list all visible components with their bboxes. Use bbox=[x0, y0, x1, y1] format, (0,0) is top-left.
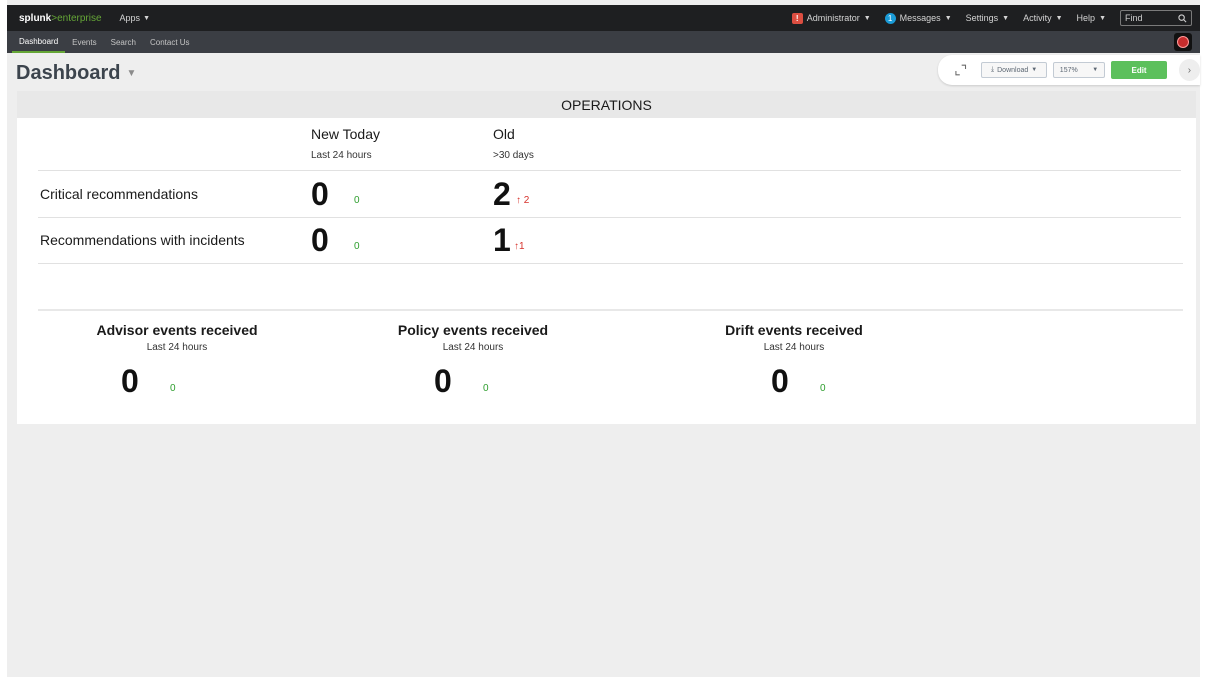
drift-events-subtitle: Last 24 hours bbox=[763, 342, 825, 353]
advisor-events-delta: 0 bbox=[170, 383, 176, 394]
logo-product: enterprise bbox=[57, 12, 102, 24]
messages-count-badge: 1 bbox=[884, 12, 896, 24]
chevron-down-icon: ▼ bbox=[944, 14, 952, 22]
activity-menu[interactable]: Activity ▼ bbox=[1023, 13, 1062, 23]
critical-old-delta: ↑ 2 bbox=[516, 195, 530, 206]
settings-label: Settings bbox=[965, 13, 999, 23]
chevron-down-icon: ▼ bbox=[1031, 67, 1038, 73]
nav-item-events[interactable]: Events bbox=[65, 31, 103, 53]
expand-icon[interactable] bbox=[954, 63, 967, 77]
download-button[interactable]: ⤓ Download ▼ bbox=[981, 62, 1047, 78]
row-label-critical-recommendations: Critical recommendations bbox=[40, 186, 198, 202]
zoom-select[interactable]: 157% ▼ bbox=[1052, 62, 1106, 78]
column-header-new-today: New Today bbox=[311, 126, 381, 142]
chevron-down-icon: ▼ bbox=[1055, 14, 1063, 22]
critical-old-value[interactable]: 2 bbox=[493, 178, 511, 210]
activity-label: Activity bbox=[1023, 13, 1052, 23]
incidents-old-delta: ↑1 bbox=[514, 241, 525, 252]
dashboard-panel: OPERATIONS New Today Last 24 hours Old >… bbox=[17, 91, 1196, 424]
help-menu[interactable]: Help ▼ bbox=[1077, 13, 1106, 23]
drift-events-value[interactable]: 0 bbox=[771, 365, 789, 397]
chevron-down-icon: ▼ bbox=[1002, 14, 1010, 22]
critical-new-delta: 0 bbox=[354, 195, 360, 206]
column-subtitle-old: >30 days bbox=[493, 150, 534, 161]
policy-events-delta: 0 bbox=[483, 383, 489, 394]
find-input[interactable]: Find bbox=[1120, 10, 1192, 26]
find-placeholder: Find bbox=[1125, 13, 1143, 23]
incidents-new-value[interactable]: 0 bbox=[311, 224, 329, 256]
search-icon bbox=[1178, 13, 1187, 22]
policy-events-value[interactable]: 0 bbox=[434, 365, 452, 397]
advisor-events-title: Advisor events received bbox=[96, 322, 258, 338]
app-navigation-bar: Dashboard Events Search Contact Us bbox=[7, 31, 1200, 53]
nav-item-contact-us[interactable]: Contact Us bbox=[143, 31, 197, 53]
dashboard-toolbar: ⤓ Download ▼ 157% ▼ Edit › bbox=[938, 55, 1201, 85]
row-divider bbox=[38, 263, 1183, 264]
splunk-logo[interactable]: splunk > enterprise bbox=[19, 13, 102, 24]
left-frame bbox=[0, 0, 7, 677]
column-subtitle-new-today: Last 24 hours bbox=[311, 150, 372, 161]
chevron-down-icon: ▼ bbox=[863, 14, 871, 22]
policy-events-title: Policy events received bbox=[397, 322, 549, 338]
zoom-label: 157% bbox=[1059, 66, 1078, 74]
logo-brand: splunk bbox=[19, 12, 52, 24]
administrator-menu[interactable]: ! Administrator ▼ bbox=[791, 12, 871, 24]
page-title: Dashboard bbox=[16, 62, 121, 84]
help-label: Help bbox=[1076, 13, 1096, 23]
administrator-label: Administrator bbox=[806, 13, 860, 23]
nav-item-label: Events bbox=[72, 37, 97, 47]
nav-item-dashboard[interactable]: Dashboard bbox=[12, 31, 66, 53]
chevron-down-icon: ▼ bbox=[126, 68, 137, 79]
row-label-recommendations-with-incidents: Recommendations with incidents bbox=[40, 232, 245, 248]
advisor-events-subtitle: Last 24 hours bbox=[146, 342, 208, 353]
column-header-old: Old bbox=[493, 126, 515, 142]
operations-title: OPERATIONS bbox=[561, 96, 652, 113]
row-divider bbox=[38, 170, 1181, 171]
alert-badge: ! bbox=[791, 12, 803, 24]
apps-label: Apps bbox=[119, 13, 141, 23]
drift-events-title: Drift events received bbox=[725, 322, 863, 338]
incidents-old-value[interactable]: 1 bbox=[493, 224, 511, 256]
top-navigation-bar: splunk > enterprise Apps ▼ ! Administrator… bbox=[7, 5, 1200, 31]
dashboard-header: Dashboard ▼ ⤓ Download ▼ 157% ▼ Edit › bbox=[7, 53, 1201, 91]
nav-item-label: Contact Us bbox=[149, 37, 190, 47]
messages-menu[interactable]: 1 Messages ▼ bbox=[884, 12, 952, 24]
messages-label: Messages bbox=[899, 13, 941, 23]
app-logo-icon bbox=[1177, 36, 1189, 48]
nav-item-label: Dashboard bbox=[19, 36, 59, 46]
policy-events-subtitle: Last 24 hours bbox=[442, 342, 504, 353]
nav-item-label: Search bbox=[110, 37, 136, 47]
drift-events-delta: 0 bbox=[820, 383, 826, 394]
section-divider bbox=[38, 309, 1183, 311]
operations-header: OPERATIONS bbox=[17, 91, 1196, 118]
chevron-right-icon[interactable]: › bbox=[1178, 59, 1201, 81]
chevron-down-icon: ▼ bbox=[1099, 14, 1106, 22]
advisor-events-value[interactable]: 0 bbox=[121, 365, 139, 397]
nav-item-search[interactable]: Search bbox=[104, 31, 143, 53]
apps-menu[interactable]: Apps ▼ bbox=[120, 13, 150, 23]
chevron-down-icon: ▼ bbox=[143, 14, 150, 22]
incidents-new-delta: 0 bbox=[354, 241, 360, 252]
edit-button[interactable]: Edit bbox=[1111, 61, 1167, 79]
critical-new-value[interactable]: 0 bbox=[311, 178, 329, 210]
app-icon[interactable] bbox=[1174, 33, 1192, 51]
dashboard-title-menu[interactable]: Dashboard ▼ bbox=[16, 62, 136, 85]
chevron-down-icon: ▼ bbox=[1092, 67, 1099, 73]
row-divider bbox=[38, 217, 1181, 218]
right-frame bbox=[1200, 0, 1207, 677]
edit-label: Edit bbox=[1131, 65, 1147, 75]
download-icon: ⤓ bbox=[991, 66, 995, 73]
download-label: Download bbox=[997, 66, 1029, 74]
settings-menu[interactable]: Settings ▼ bbox=[966, 13, 1009, 23]
